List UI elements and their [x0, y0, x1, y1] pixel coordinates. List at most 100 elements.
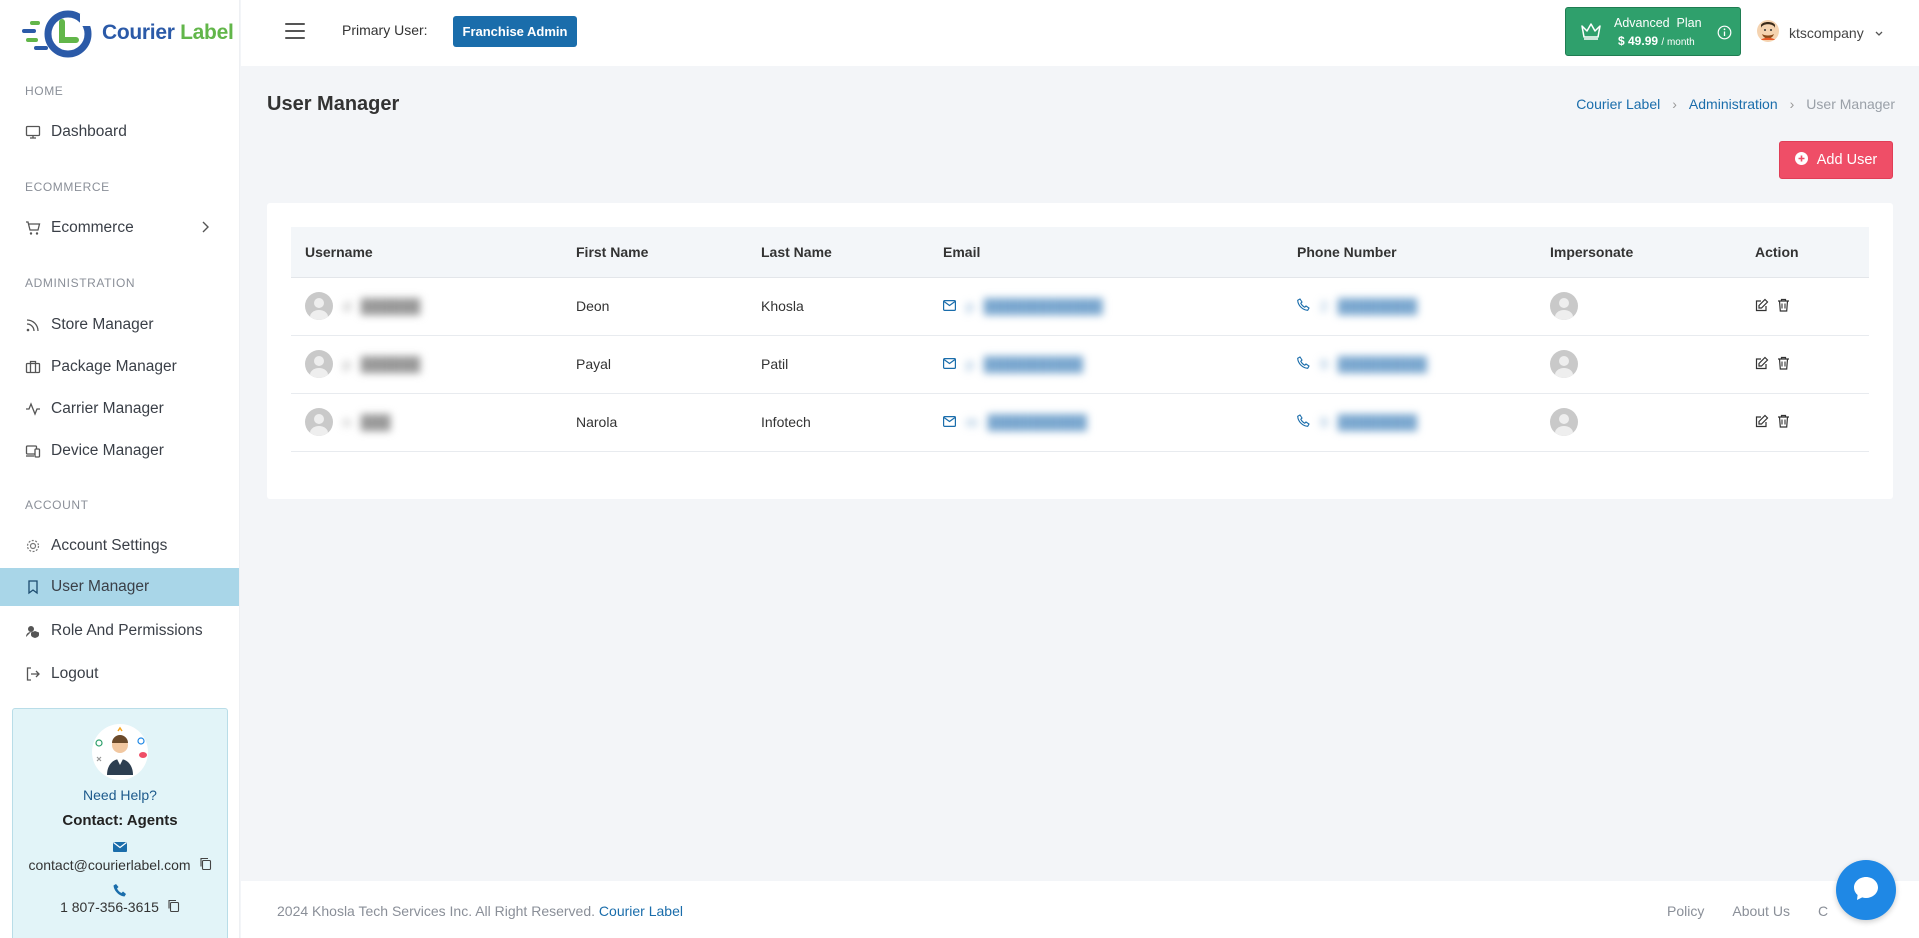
- envelope-icon: [13, 841, 227, 853]
- footer-link-contact[interactable]: C: [1818, 903, 1828, 919]
- help-phone-row: 1 807-356-3615: [13, 899, 227, 915]
- copy-phone-icon[interactable]: [167, 899, 180, 915]
- avatar: [1757, 20, 1779, 45]
- chevron-down-icon: [1874, 25, 1884, 41]
- monitor-icon: [25, 124, 41, 140]
- devices-icon: [25, 443, 41, 459]
- column-header[interactable]: Phone Number: [1283, 227, 1536, 277]
- section-administration: ADMINISTRATION: [25, 276, 136, 290]
- logo-icon: [22, 8, 104, 58]
- phone-cell: 9: [1320, 356, 1328, 372]
- first-name-cell: Payal: [576, 356, 612, 372]
- info-icon[interactable]: [1717, 25, 1732, 44]
- sidebar-item-label: Carrier Manager: [51, 400, 164, 417]
- email-cell[interactable]: p: [966, 298, 974, 314]
- plan-name: Advanced Plan: [1614, 16, 1702, 30]
- page-title: User Manager: [267, 93, 400, 115]
- impersonate-avatar-button[interactable]: [1550, 292, 1578, 320]
- edit-icon[interactable]: [1755, 414, 1769, 431]
- column-header[interactable]: First Name: [562, 227, 747, 277]
- top-header: Primary User: Franchise Admin Advanced P…: [241, 0, 1919, 66]
- footer-link-policy[interactable]: Policy: [1667, 903, 1704, 919]
- user-avatar: [305, 408, 333, 436]
- email-cell-blurred: ██████████: [987, 414, 1087, 430]
- role-badge-button[interactable]: Franchise Admin: [453, 16, 577, 47]
- last-name-cell: Khosla: [761, 298, 804, 314]
- chat-widget-button[interactable]: [1836, 860, 1896, 920]
- username-cell-blurred: ██████: [360, 298, 421, 314]
- table-row: d ██████ Deon Khosla p ████████████ 2 █████…: [291, 277, 1869, 335]
- user-menu[interactable]: ktscompany: [1757, 20, 1884, 45]
- plus-circle-icon: [1794, 151, 1808, 169]
- username-cell: p: [343, 356, 351, 372]
- breadcrumb-administration-link[interactable]: Administration: [1689, 96, 1778, 112]
- sidebar-item-ecommerce[interactable]: Ecommerce: [0, 207, 239, 249]
- sidebar-item-logout[interactable]: Logout: [0, 653, 239, 695]
- email-cell-blurred: ████████████: [983, 298, 1103, 314]
- breadcrumb: Courier Label › Administration › User Ma…: [1576, 96, 1895, 112]
- sidebar-item-dashboard[interactable]: Dashboard: [0, 111, 239, 153]
- sidebar-item-device-manager[interactable]: Device Manager: [0, 430, 239, 472]
- breadcrumb-home-link[interactable]: Courier Label: [1576, 96, 1660, 112]
- table-row: p ██████ Payal Patil p ██████████ 9 ███████…: [291, 335, 1869, 393]
- help-email: contact@courierlabel.com: [28, 857, 191, 873]
- sidebar-item-carrier-manager[interactable]: Carrier Manager: [0, 388, 239, 430]
- sidebar-item-role-permissions[interactable]: Role And Permissions: [0, 610, 239, 652]
- add-user-label: Add User: [1816, 152, 1878, 168]
- phone-cell: 9: [1320, 414, 1328, 430]
- hamburger-menu-icon[interactable]: [285, 23, 305, 39]
- sidebar: Courier Label HOME Dashboard ECOMMERCE E…: [0, 0, 240, 938]
- last-name-cell: Patil: [761, 356, 789, 372]
- sidebar-item-store-manager[interactable]: Store Manager: [0, 304, 239, 346]
- trash-icon[interactable]: [1777, 298, 1790, 315]
- mail-icon: [943, 298, 957, 314]
- impersonate-avatar-button[interactable]: [1550, 350, 1578, 378]
- add-user-button[interactable]: Add User: [1779, 141, 1893, 179]
- sidebar-item-package-manager[interactable]: Package Manager: [0, 346, 239, 388]
- chevron-right-icon: [200, 220, 210, 239]
- logout-icon: [25, 666, 41, 682]
- email-cell[interactable]: m: [966, 414, 978, 430]
- user-avatar: [305, 350, 333, 378]
- breadcrumb-separator-icon: ›: [1789, 96, 1795, 112]
- username-cell: n: [343, 414, 351, 430]
- email-cell-blurred: ██████████: [983, 356, 1083, 372]
- sidebar-item-label: Account Settings: [51, 537, 168, 554]
- trash-icon[interactable]: [1777, 356, 1790, 373]
- primary-user-label: Primary User:: [342, 22, 428, 38]
- activity-icon: [25, 401, 41, 417]
- copy-email-icon[interactable]: [199, 857, 212, 873]
- email-cell[interactable]: p: [966, 356, 974, 372]
- crown-icon: [1580, 21, 1602, 45]
- phone-cell: 2: [1320, 298, 1328, 314]
- gear-icon: [25, 538, 41, 554]
- last-name-cell: Infotech: [761, 414, 811, 430]
- table-header-row: Username First Name Last Name Email Phon…: [291, 227, 1869, 277]
- column-header: Action: [1755, 243, 1799, 260]
- sidebar-item-user-manager[interactable]: User Manager: [0, 568, 239, 606]
- briefcase-icon: [25, 359, 41, 375]
- column-header[interactable]: Username: [291, 227, 562, 277]
- mail-icon: [943, 414, 957, 430]
- support-agent-illustration: [13, 723, 227, 781]
- footer-link-about[interactable]: About Us: [1732, 903, 1790, 919]
- plan-box[interactable]: Advanced Plan $ 49.99 / month: [1565, 7, 1741, 56]
- section-ecommerce: ECOMMERCE: [25, 180, 110, 194]
- edit-icon[interactable]: [1755, 356, 1769, 373]
- column-header[interactable]: Last Name: [747, 227, 929, 277]
- column-header[interactable]: Email: [929, 227, 1283, 277]
- sidebar-item-account-settings[interactable]: Account Settings: [0, 525, 239, 567]
- help-email-row: contact@courierlabel.com: [13, 857, 227, 873]
- first-name-cell: Deon: [576, 298, 610, 314]
- username-cell-blurred: ██████: [360, 356, 421, 372]
- users-table: Username First Name Last Name Email Phon…: [291, 227, 1869, 452]
- username-cell: d: [343, 298, 351, 314]
- impersonate-avatar-button[interactable]: [1550, 408, 1578, 436]
- phone-icon: [1297, 414, 1310, 430]
- sidebar-item-label: Package Manager: [51, 358, 177, 375]
- footer-brand-link[interactable]: Courier Label: [599, 903, 683, 919]
- edit-icon[interactable]: [1755, 298, 1769, 315]
- plan-price: $ 49.99 / month: [1618, 34, 1695, 48]
- brand-logo[interactable]: Courier Label: [0, 0, 239, 66]
- trash-icon[interactable]: [1777, 414, 1790, 431]
